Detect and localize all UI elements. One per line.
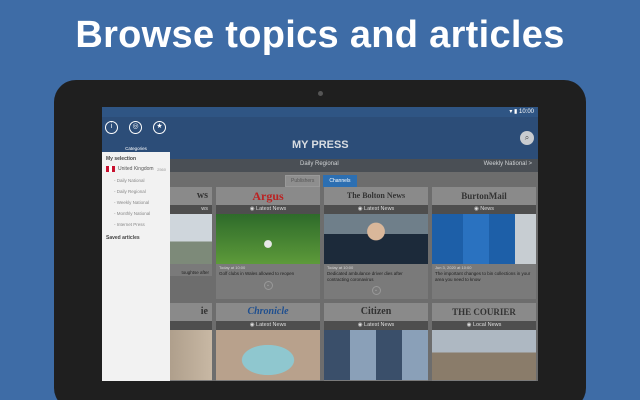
my-selection-label[interactable]: My selection — [102, 152, 170, 162]
drawer-item-weekly-national[interactable]: - Weekly National — [102, 194, 170, 205]
card-image — [432, 214, 536, 264]
info-icon[interactable]: i — [105, 121, 118, 134]
card-date: Today at 10:00 — [327, 265, 354, 270]
saved-articles-link[interactable]: Saved articles — [102, 227, 170, 241]
expand-icon[interactable]: ⌄ — [371, 286, 381, 295]
tab-publishers[interactable]: Publishers — [285, 175, 321, 187]
view-tabs: Publishers Channels — [285, 175, 357, 187]
country-name: United Kingdom — [118, 166, 154, 172]
app-title: MY PRESS — [292, 139, 349, 151]
drawer-header: i ◎ ★ — [102, 117, 170, 145]
card-image — [216, 214, 320, 264]
card-headline: Dedicated ambulance driver dies after co… — [327, 271, 403, 282]
settings-icon[interactable]: ◎ — [129, 121, 142, 134]
card-category: ◉ Latest News — [324, 205, 428, 214]
news-card[interactable]: Chronicle ◉ Latest News — [216, 303, 320, 381]
camera-dot — [318, 91, 323, 96]
card-category: ◉ Latest News — [216, 321, 320, 330]
drawer-item-monthly-national[interactable]: - Monthly National — [102, 205, 170, 216]
wifi-icon: ▾ ▮ — [509, 109, 519, 115]
drawer-item-daily-national[interactable]: - Daily National — [102, 172, 170, 183]
card-logo: The Bolton News — [324, 187, 428, 205]
card-category: ◉ News — [432, 205, 536, 214]
country-count: 2560 — [157, 166, 166, 172]
app-screen: ▾ ▮ 10:00 MY PRESS ⌕ Daily Regional Week… — [102, 107, 538, 381]
card-headline: The important changes to bin collections… — [435, 271, 531, 282]
card-category: ◉ Latest News — [216, 205, 320, 214]
status-bar: ▾ ▮ 10:00 — [102, 107, 538, 117]
next-section-link[interactable]: Weekly National > — [484, 161, 532, 167]
card-category: ◉ Latest News — [324, 321, 428, 330]
navigation-drawer: i ◎ ★ Categories My selection United Kin… — [102, 117, 170, 381]
drawer-categories-label: Categories — [102, 145, 170, 152]
card-logo: Argus — [216, 187, 320, 205]
card-logo: Citizen — [324, 303, 428, 321]
card-headline: Golf clubs in Wales allowed to reopen — [219, 271, 295, 276]
news-card[interactable]: BurtonMail ◉ News Jun 3, 2020 at 10:00 T… — [432, 187, 536, 299]
card-category: ◉ Local News — [432, 321, 536, 330]
star-icon[interactable]: ★ — [153, 121, 166, 134]
news-card[interactable]: Citizen ◉ Latest News — [324, 303, 428, 381]
card-date: Jun 3, 2020 at 10:00 — [435, 265, 472, 270]
search-icon[interactable]: ⌕ — [520, 131, 534, 145]
drawer-item-internet-press[interactable]: - Internet Press — [102, 216, 170, 227]
card-image — [324, 330, 428, 380]
card-logo: BurtonMail — [432, 187, 536, 205]
promo-headline: Browse topics and articles — [75, 14, 565, 56]
card-image — [432, 330, 536, 380]
country-item[interactable]: United Kingdom 2560 — [102, 162, 170, 172]
card-date: Today at 10:00 — [219, 265, 246, 270]
card-logo: Chronicle — [216, 303, 320, 321]
card-logo: THE COURIER — [432, 303, 536, 321]
news-card[interactable]: Argus ◉ Latest News Today at 10:00 Golf … — [216, 187, 320, 299]
section-title: Daily Regional — [300, 161, 339, 167]
status-time: 10:00 — [518, 109, 534, 115]
expand-icon[interactable]: ⌄ — [263, 280, 273, 290]
tab-channels[interactable]: Channels — [323, 175, 357, 187]
card-image — [216, 330, 320, 380]
drawer-item-daily-regional[interactable]: - Daily Regional — [102, 183, 170, 194]
news-card[interactable]: THE COURIER ◉ Local News — [432, 303, 536, 381]
news-card[interactable]: The Bolton News ◉ Latest News Today at 1… — [324, 187, 428, 299]
uk-flag-icon — [106, 166, 115, 172]
card-image — [324, 214, 428, 264]
